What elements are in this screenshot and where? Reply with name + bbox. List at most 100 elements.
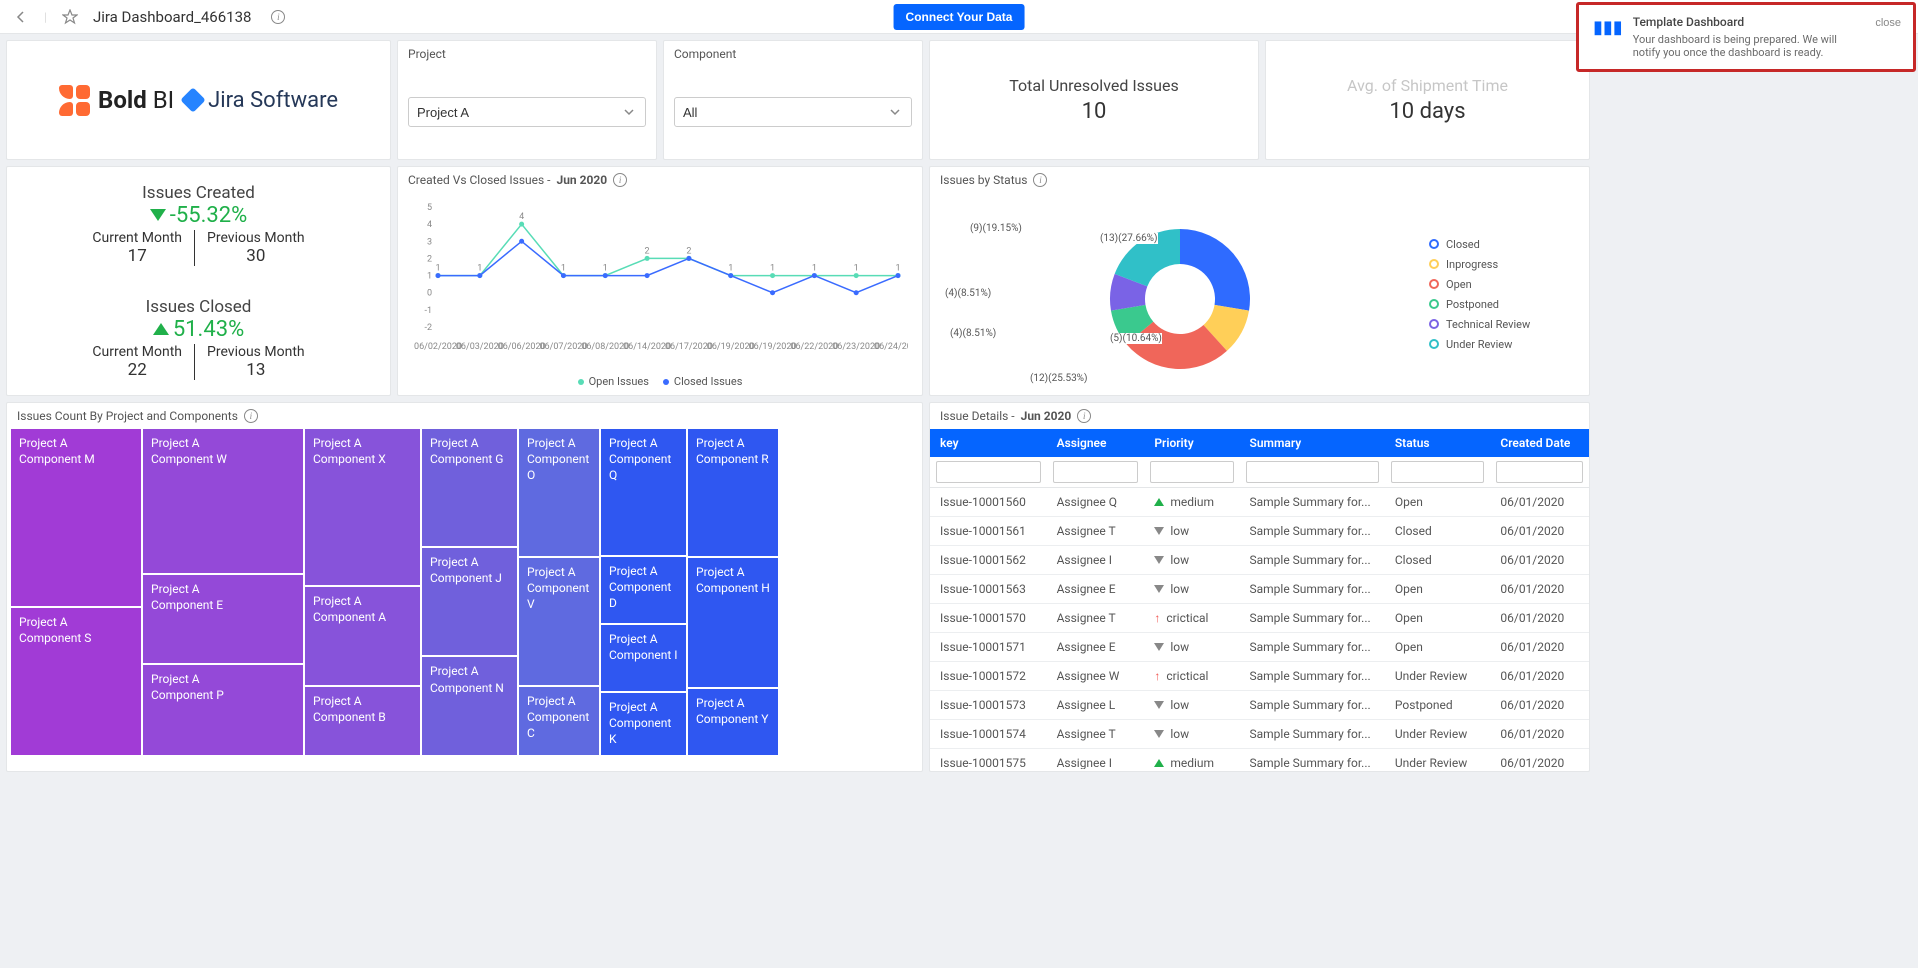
svg-text:1: 1 <box>477 264 482 274</box>
col-filter[interactable] <box>1391 461 1485 483</box>
svg-text:3: 3 <box>427 237 432 247</box>
svg-text:06/23/2020: 06/23/2020 <box>832 342 880 352</box>
line-chart[interactable]: -2-101234506/02/202006/03/202006/06/2020… <box>408 197 908 357</box>
legend-item[interactable]: Postponed <box>1429 298 1589 311</box>
trend-down-icon <box>150 209 166 221</box>
treemap-tile[interactable]: Project AComponent R <box>688 429 778 556</box>
table-row[interactable]: Issue-10001560Assignee QmediumSample Sum… <box>930 488 1589 517</box>
toast-title: Template Dashboard <box>1633 15 1864 29</box>
table-row[interactable]: Issue-10001563Assignee ElowSample Summar… <box>930 575 1589 604</box>
svg-text:06/17/2020: 06/17/2020 <box>665 342 713 352</box>
component-filter-card: Component All <box>663 40 923 160</box>
svg-text:2: 2 <box>686 246 691 256</box>
treemap-tile[interactable]: Project AComponent M <box>11 429 141 606</box>
col-filter[interactable] <box>1150 461 1233 483</box>
table-row[interactable]: Issue-10001574Assignee TlowSample Summar… <box>930 720 1589 749</box>
svg-text:1: 1 <box>603 264 608 274</box>
svg-text:5: 5 <box>427 203 432 213</box>
logo-card: Bold BI Jira Software <box>6 40 391 160</box>
treemap-tile[interactable]: Project AComponent G <box>422 429 517 546</box>
svg-text:-1: -1 <box>424 306 432 316</box>
treemap-tile[interactable]: Project AComponent X <box>305 429 420 585</box>
svg-text:-2: -2 <box>424 323 432 333</box>
table-row[interactable]: Issue-10001573Assignee LlowSample Summar… <box>930 691 1589 720</box>
loading-icon: ▮▮▮ <box>1593 17 1623 38</box>
table-row[interactable]: Issue-10001570Assignee T↑cricticalSample… <box>930 604 1589 633</box>
col-header[interactable]: Assignee <box>1047 429 1145 457</box>
legend-item[interactable]: Technical Review <box>1429 318 1589 331</box>
legend-item[interactable]: Closed <box>1429 238 1589 251</box>
component-label: Component <box>664 41 922 67</box>
treemap-tile[interactable]: Project AComponent C <box>519 687 599 755</box>
info-icon[interactable]: i <box>613 173 627 187</box>
svg-text:2: 2 <box>645 246 650 256</box>
issue-table[interactable]: keyAssigneePrioritySummaryStatusCreated … <box>930 429 1589 769</box>
project-label: Project <box>398 41 656 67</box>
treemap-tile[interactable]: Project AComponent W <box>143 429 303 573</box>
legend-item[interactable]: Open <box>1429 278 1589 291</box>
svg-text:0: 0 <box>427 289 432 299</box>
info-icon[interactable]: i <box>1033 173 1047 187</box>
col-header[interactable]: Summary <box>1240 429 1385 457</box>
treemap-tile[interactable]: Project AComponent O <box>519 429 599 556</box>
legend-item[interactable]: Inprogress <box>1429 258 1589 271</box>
pie-chart[interactable] <box>1070 199 1290 389</box>
toast-close-button[interactable]: close <box>1873 15 1903 31</box>
svg-text:1: 1 <box>770 264 775 274</box>
treemap-tile[interactable]: Project AComponent K <box>601 693 686 755</box>
treemap-tile[interactable]: Project AComponent A <box>305 587 420 685</box>
project-select[interactable]: Project A <box>408 97 646 127</box>
project-filter-card: Project Project A <box>397 40 657 160</box>
treemap-tile[interactable]: Project AComponent N <box>422 657 517 755</box>
svg-text:06/06/2020: 06/06/2020 <box>498 342 546 352</box>
svg-text:1: 1 <box>854 264 859 274</box>
table-row[interactable]: Issue-10001562Assignee IlowSample Summar… <box>930 546 1589 575</box>
col-header[interactable]: Created Date <box>1490 429 1589 457</box>
svg-text:1: 1 <box>895 264 900 274</box>
treemap-tile[interactable]: Project AComponent I <box>601 625 686 691</box>
col-filter[interactable] <box>1053 461 1139 483</box>
table-row[interactable]: Issue-10001572Assignee W↑cricticalSample… <box>930 662 1589 691</box>
treemap-tile[interactable]: Project AComponent Y <box>688 689 778 755</box>
treemap-tile[interactable]: Project AComponent E <box>143 575 303 663</box>
pie-chart-card: Issues by Statusi (13)(27.66%)(5)(10.64%… <box>929 166 1590 396</box>
treemap-tile[interactable]: Project AComponent B <box>305 687 420 755</box>
col-filter[interactable] <box>1246 461 1379 483</box>
col-filter[interactable] <box>1496 461 1583 483</box>
toast-body: Your dashboard is being prepared. We wil… <box>1633 33 1864 59</box>
legend-item[interactable]: Under Review <box>1429 338 1589 351</box>
svg-text:06/03/2020: 06/03/2020 <box>456 342 504 352</box>
back-icon[interactable] <box>12 8 30 26</box>
table-row[interactable]: Issue-10001575Assignee ImediumSample Sum… <box>930 749 1589 770</box>
star-icon[interactable] <box>61 8 79 26</box>
col-filter[interactable] <box>936 461 1041 483</box>
treemap-tile[interactable]: Project AComponent V <box>519 558 599 685</box>
table-row[interactable]: Issue-10001561Assignee TlowSample Summar… <box>930 517 1589 546</box>
treemap-tile[interactable]: Project AComponent D <box>601 557 686 623</box>
treemap-card: Issues Count By Project and Componentsi … <box>6 402 923 772</box>
avg-shipment-card: Avg. of Shipment Time 10 days <box>1265 40 1590 160</box>
connect-data-button[interactable]: Connect Your Data <box>894 4 1025 30</box>
page-title: Jira Dashboard_466138 <box>93 8 252 26</box>
line-chart-card: Created Vs Closed Issues - Jun 2020i -2-… <box>397 166 923 396</box>
total-unresolved-card: Total Unresolved Issues 10 <box>929 40 1259 160</box>
treemap-tile[interactable]: Project AComponent J <box>422 548 517 655</box>
svg-text:06/19/2020: 06/19/2020 <box>749 342 797 352</box>
treemap-tile[interactable]: Project AComponent Q <box>601 429 686 555</box>
col-header[interactable]: key <box>930 429 1047 457</box>
svg-text:4: 4 <box>427 220 432 230</box>
info-icon[interactable]: i <box>1077 409 1091 423</box>
treemap-tile[interactable]: Project AComponent S <box>11 608 141 755</box>
component-select[interactable]: All <box>674 97 912 127</box>
treemap-tile[interactable]: Project AComponent P <box>143 665 303 755</box>
col-header[interactable]: Status <box>1385 429 1491 457</box>
svg-text:06/19/2020: 06/19/2020 <box>707 342 755 352</box>
col-header[interactable]: Priority <box>1144 429 1239 457</box>
info-icon[interactable]: i <box>269 8 287 26</box>
treemap-tile[interactable]: Project AComponent H <box>688 558 778 687</box>
table-row[interactable]: Issue-10001571Assignee ElowSample Summar… <box>930 633 1589 662</box>
svg-text:1: 1 <box>435 264 440 274</box>
info-icon[interactable]: i <box>244 409 258 423</box>
svg-text:2: 2 <box>427 254 432 264</box>
svg-text:4: 4 <box>519 212 524 222</box>
